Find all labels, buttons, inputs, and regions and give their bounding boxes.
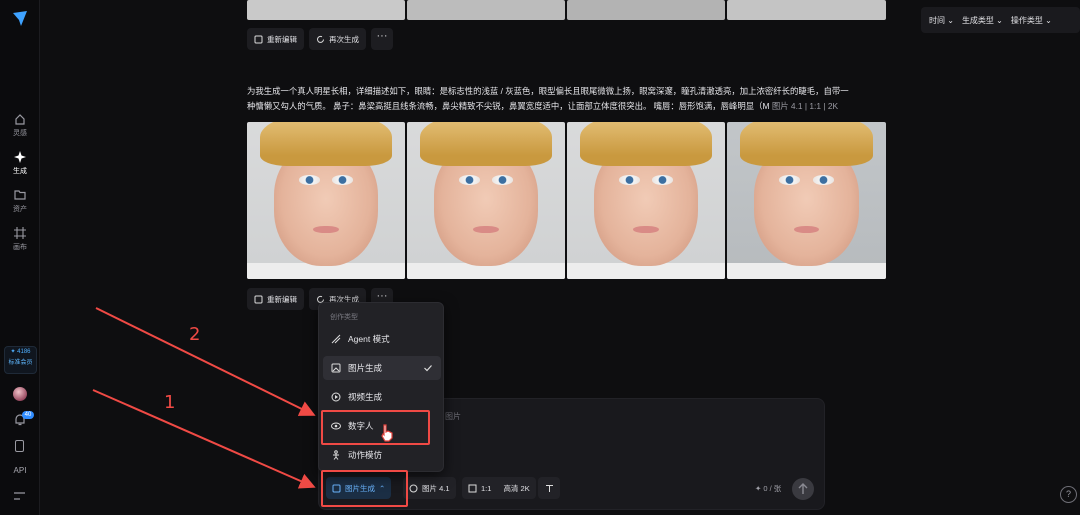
annotation-number: 1 [164, 392, 176, 413]
help-button[interactable]: ? [1060, 486, 1077, 503]
annotation-arrows [92, 307, 316, 489]
annotation-number: 2 [189, 324, 201, 345]
